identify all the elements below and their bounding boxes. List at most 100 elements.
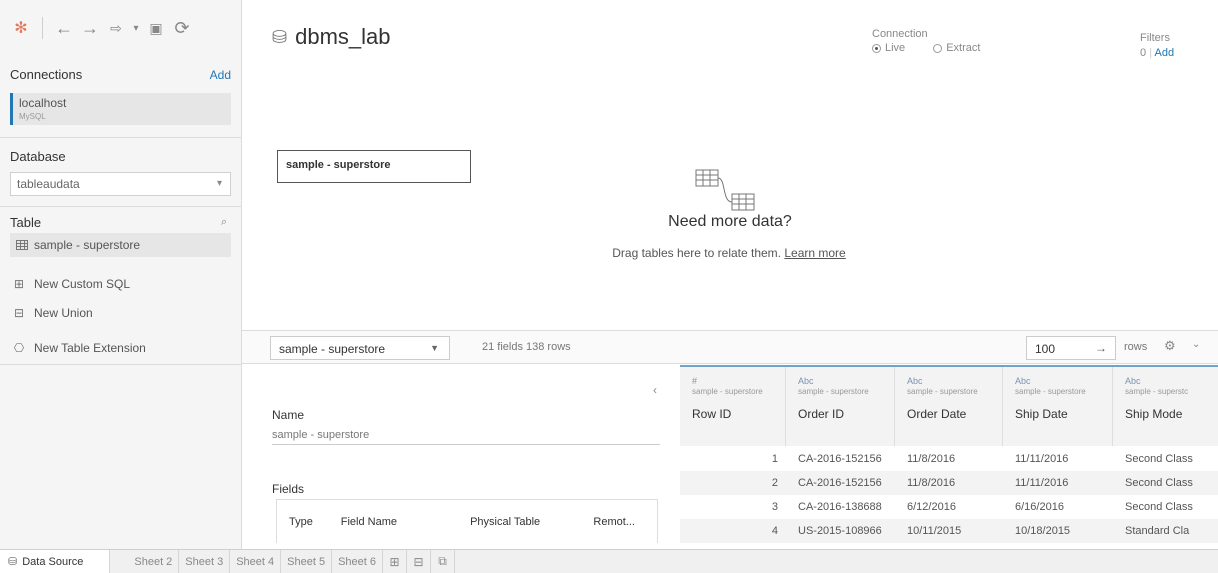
grid-column-header[interactable]: # sample - superstore Row ID — [680, 367, 786, 446]
rows-input[interactable]: 100 → — [1026, 336, 1116, 360]
table-row: 3 CA-2016-138688 6/12/2016 6/16/2016 Sec… — [680, 495, 1218, 519]
tab-data-source[interactable]: ⛁ Data Source — [0, 549, 111, 573]
connection-type: MySQL — [19, 112, 46, 121]
database-select[interactable]: tableaudata ▾ — [10, 172, 231, 196]
number-type-icon[interactable]: # — [692, 376, 697, 386]
new-table-extension[interactable]: ⎔ New Table Extension — [12, 341, 146, 355]
radio-selected-icon — [872, 43, 881, 53]
drag-hint-text: Drag tables here to relate them. — [612, 246, 782, 260]
database-title: Database — [10, 149, 66, 164]
column-name: Order ID — [798, 407, 845, 421]
need-more-data-heading: Need more data? — [668, 213, 792, 230]
string-type-icon[interactable]: Abc — [798, 376, 814, 386]
redirect-icon[interactable]: ⇨ — [105, 17, 127, 39]
tab-data-source-label: Data Source — [22, 555, 84, 568]
grid-column-header[interactable]: Abc sample - superstore Order ID — [786, 367, 895, 446]
live-radio[interactable]: Live — [872, 42, 905, 54]
connection-name: localhost — [19, 96, 67, 110]
column-type[interactable]: Type — [277, 516, 329, 528]
cell-ship-date: 6/16/2016 — [1015, 501, 1064, 513]
cell-order-id: CA-2016-152156 — [798, 453, 882, 465]
toolbar: ✻ ← → ⇨ ▾ ▣ ⟳ — [10, 14, 193, 42]
live-label: Live — [885, 42, 906, 54]
grid-column-header[interactable]: Abc sample - superstc Ship Mode — [1113, 367, 1218, 446]
new-worksheet-icon[interactable]: ⊞ — [383, 549, 407, 573]
tab-sheet-6[interactable]: Sheet 6 — [332, 549, 383, 573]
cell-row-id: 3 — [771, 501, 778, 513]
new-custom-sql[interactable]: ⊞ New Custom SQL — [12, 277, 130, 291]
filters-label: Filters — [1140, 32, 1170, 44]
refresh-icon[interactable]: ⟳ — [171, 17, 193, 39]
grid-column-header[interactable]: Abc sample - superstore Ship Date — [1003, 367, 1113, 446]
new-union[interactable]: ⊟ New Union — [12, 306, 93, 320]
cell-order-id: CA-2016-152156 — [798, 477, 882, 489]
data-grid-toolbar: sample - superstore ▼ 21 fields 138 rows… — [242, 330, 1218, 364]
metadata-pane: ‹ Name sample - superstore Fields Type F… — [242, 365, 680, 549]
add-filter-link[interactable]: Add — [1155, 47, 1175, 59]
connection-item-localhost[interactable]: localhost MySQL — [10, 93, 231, 125]
grid-column-header[interactable]: Abc sample - superstore Order Date — [895, 367, 1003, 446]
chevron-down-icon[interactable]: ⌄ — [1192, 339, 1200, 350]
tab-sheet-2[interactable]: Sheet 2 — [128, 549, 180, 573]
cell-row-id: 4 — [771, 525, 778, 537]
string-type-icon[interactable]: Abc — [1015, 376, 1031, 386]
column-physical-table[interactable]: Physical Table — [458, 516, 581, 528]
extract-radio[interactable]: Extract — [933, 42, 980, 54]
data-grid: # sample - superstore Row ID Abc sample … — [680, 365, 1218, 549]
new-union-label: New Union — [34, 306, 93, 320]
database-value: tableaudata — [17, 177, 80, 191]
radio-unselected-icon — [933, 43, 943, 53]
connection-mode: Connection Live Extract — [872, 28, 980, 54]
divider — [0, 206, 242, 207]
add-connection-link[interactable]: Add — [210, 68, 231, 82]
collapse-left-icon[interactable]: ‹ — [653, 383, 657, 397]
cell-ship-date: 11/11/2016 — [1015, 453, 1069, 465]
canvas-table-sample-superstore[interactable]: sample - superstore — [277, 150, 471, 183]
column-field-name[interactable]: Field Name — [329, 516, 458, 528]
divider — [0, 364, 242, 365]
column-name: Ship Mode — [1125, 407, 1183, 421]
back-arrow-icon[interactable]: ← — [53, 17, 75, 39]
learn-more-link[interactable]: Learn more — [784, 246, 845, 260]
cell-ship-mode: Standard Cla — [1125, 525, 1190, 537]
relate-tables-icon — [695, 169, 755, 211]
table-select[interactable]: sample - superstore ▼ — [270, 336, 450, 360]
cell-order-date: 11/8/2016 — [907, 453, 956, 465]
cell-order-date: 6/12/2016 — [907, 501, 956, 513]
name-field[interactable]: sample - superstore — [272, 429, 660, 445]
column-source: sample - superstc — [1125, 387, 1189, 396]
column-source: sample - superstore — [907, 387, 978, 396]
fields-label: Fields — [272, 482, 305, 496]
fields-rows-count: 21 fields 138 rows — [482, 341, 571, 353]
tab-sheet-5[interactable]: Sheet 5 — [281, 549, 333, 573]
toolbar-divider — [42, 17, 43, 39]
table-select-value: sample - superstore — [279, 342, 386, 356]
column-remote[interactable]: Remot... — [581, 516, 657, 528]
new-dashboard-icon[interactable]: ⊟ — [407, 549, 431, 573]
save-icon[interactable]: ▣ — [145, 17, 167, 39]
new-story-icon[interactable]: ⧉ — [431, 549, 455, 573]
tab-sheet-4[interactable]: Sheet 4 — [230, 549, 282, 573]
cell-row-id: 1 — [771, 453, 778, 465]
connections-title: Connections — [10, 67, 83, 82]
table-row: 2 CA-2016-152156 11/8/2016 11/11/2016 Se… — [680, 471, 1218, 495]
database-icon: ⛁ — [8, 556, 18, 568]
gear-icon[interactable]: ⚙ — [1164, 338, 1176, 354]
column-name: Ship Date — [1015, 407, 1068, 421]
cell-ship-date: 10/18/2015 — [1015, 525, 1071, 537]
table-row: 4 US-2015-108966 10/11/2015 10/18/2015 S… — [680, 519, 1218, 543]
dropdown-caret-icon[interactable]: ▾ — [131, 17, 141, 39]
datasource-title[interactable]: ⛁ dbms_lab — [272, 24, 390, 50]
cell-ship-mode: Second Class — [1125, 477, 1193, 489]
column-source: sample - superstore — [692, 387, 763, 396]
string-type-icon[interactable]: Abc — [907, 376, 923, 386]
new-table-extension-label: New Table Extension — [34, 341, 146, 355]
tab-sheet-3[interactable]: Sheet 3 — [179, 549, 231, 573]
string-type-icon[interactable]: Abc — [1125, 376, 1141, 386]
cell-ship-mode: Second Class — [1125, 453, 1193, 465]
chevron-down-icon: ▾ — [216, 178, 222, 189]
extract-label: Extract — [946, 42, 981, 54]
forward-arrow-icon[interactable]: → — [79, 17, 101, 39]
sheet-tabs: ⛁ Data Source Sheet 2 Sheet 3 Sheet 4 Sh… — [0, 549, 1218, 573]
tableau-logo-icon[interactable]: ✻ — [10, 17, 32, 39]
